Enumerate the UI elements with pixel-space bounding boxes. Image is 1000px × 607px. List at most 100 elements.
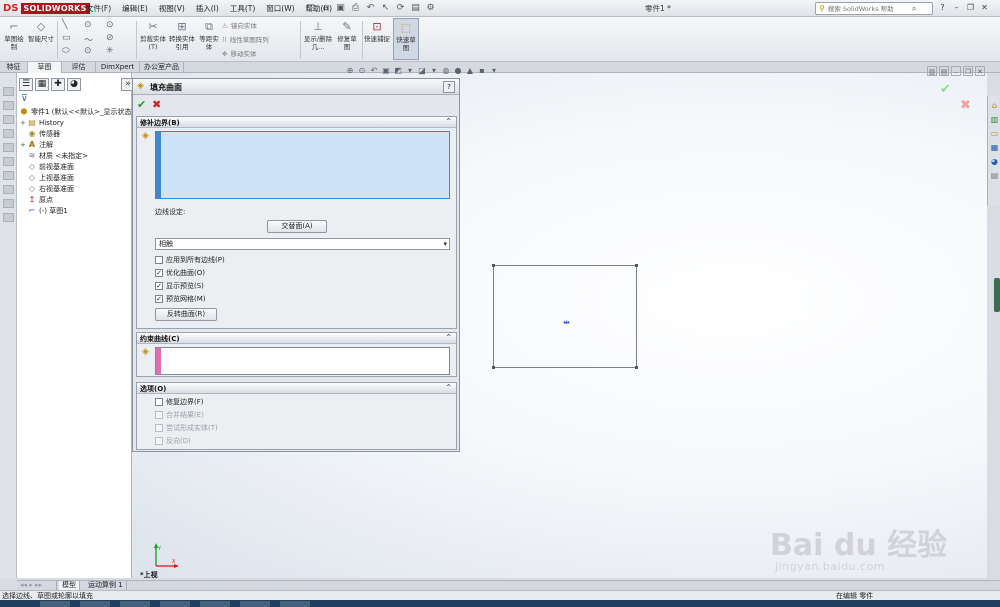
display-manager-tab-icon[interactable]: ◕ [67,78,81,91]
split-icon[interactable]: ▤ [939,66,949,76]
file-properties-icon[interactable]: ▤ [410,2,421,14]
display-style-icon[interactable]: ◪ [417,66,427,76]
dropdown-icon[interactable]: ▾ [489,66,499,76]
taskbar-app-icon[interactable] [160,601,190,607]
restore-icon[interactable]: ❐ [963,66,973,76]
zoom-area-icon[interactable]: ⊙ [357,66,367,76]
menu-window[interactable]: 窗口(W) [266,3,294,14]
tree-item-right-plane[interactable]: ◇ 右视基准面 [20,183,74,194]
tab-dimxpert[interactable]: DimXpert [96,62,140,73]
taskbar-app-icon[interactable] [240,601,270,607]
tab-sketch[interactable]: 草图 [28,62,62,73]
close-icon[interactable]: ✕ [979,2,990,14]
spline-icon[interactable]: 〜 [84,33,93,46]
previous-view-icon[interactable]: ↶ [369,66,379,76]
strip-tool-icon[interactable] [3,115,14,124]
property-manager-tab-icon[interactable]: ▦ [35,78,49,91]
repair-sketch-button[interactable]: ✎ 修复草图 [336,20,358,51]
search-icon[interactable]: ⌕ [912,4,916,14]
sketch-point[interactable] [492,366,495,369]
line-icon[interactable]: ╲ [62,20,67,30]
filter-icon[interactable]: ⊽ [21,94,28,104]
smart-dimension-button[interactable]: ◇ 智能尺寸 [28,20,54,43]
split-icon[interactable]: ▥ [927,66,937,76]
rectangle-icon[interactable]: ▭ [62,33,71,43]
tab-features[interactable]: 特征 [0,62,28,73]
design-library-icon[interactable]: ▥ [989,114,1000,125]
apply-all-edges-checkbox[interactable]: 应用到所有边线(P) [155,255,225,265]
help-button[interactable]: ? [443,81,455,93]
reverse-surface-button[interactable]: 反转曲面(R) [155,308,217,321]
rebuild-icon[interactable]: ⟳ [395,2,406,14]
collapse-icon[interactable]: ⌃ [445,117,452,126]
help-search[interactable]: ⚲ ⌕ [815,2,933,15]
taskbar-app-icon[interactable] [120,601,150,607]
tree-item-material[interactable]: ≋ 材质 <未指定> [20,150,88,161]
curvature-control-dropdown[interactable]: 相触 ▾ [155,238,450,250]
tree-item-sketch1[interactable]: ⌐ (-) 草图1 [20,205,68,216]
print-icon[interactable]: ⎙ [350,2,361,14]
ellipse-icon[interactable]: ⊘ [106,33,114,43]
taskbar-app-icon[interactable] [80,601,110,607]
tree-root-part[interactable]: ⬢ 零件1 (默认<<默认>_显示状态 [19,106,132,117]
taskbar-app-icon[interactable] [40,601,70,607]
open-file-icon[interactable]: ⌂ [320,2,331,14]
optimize-surface-checkbox[interactable]: ✓ 优化曲面(O) [155,268,205,278]
show-preview-checkbox[interactable]: ✓ 显示预览(S) [155,281,204,291]
tab-evaluate[interactable]: 评估 [62,62,96,73]
alternate-face-button[interactable]: 交替面(A) [267,220,327,233]
view-settings-icon[interactable]: ▪ [477,66,487,76]
group-patch-boundary-header[interactable]: 修补边界(B) ⌃ [137,117,456,128]
group-options-header[interactable]: 选项(O) ⌃ [137,383,456,394]
linear-pattern-button[interactable]: ⠿ 线性草图阵列 [222,34,269,44]
constraint-curves-selection-box[interactable] [155,347,450,375]
solidworks-resources-icon[interactable]: ⌂ [989,100,1000,111]
tree-item-top-plane[interactable]: ◇ 上视基准面 [20,172,74,183]
display-delete-relations-button[interactable]: ⊥ 显示/删除几... [303,20,333,51]
strip-tool-icon[interactable] [3,143,14,152]
tab-scroll-arrows[interactable]: ◂◂ ▸ ▸▸ [17,581,57,590]
sketch-point[interactable] [635,264,638,267]
minimize-icon[interactable]: – [951,2,962,14]
strip-tool-icon[interactable] [3,171,14,180]
trim-entities-button[interactable]: ✂ 剪裁实体(T) [140,20,166,51]
help-icon[interactable]: ? [937,2,948,14]
view-palette-icon[interactable]: ▦ [989,142,1000,153]
ok-check-icon[interactable]: ✔ [137,98,146,111]
strip-tool-icon[interactable] [3,129,14,138]
menu-view[interactable]: 视图(V) [159,3,185,14]
minimize-icon[interactable]: – [951,66,961,76]
convert-entities-button[interactable]: ⊞ 转换实体引用 [168,20,196,51]
view-orientation-icon[interactable]: ◩ [393,66,403,76]
circle-icon[interactable]: ⊙ [84,20,92,30]
dropdown-icon[interactable]: ▾ [429,66,439,76]
undo-icon[interactable]: ↶ [365,2,376,14]
taskbar-app-icon[interactable] [200,601,230,607]
group-constraint-curves-header[interactable]: 约束曲线(C) ⌃ [137,333,456,344]
tab-office-products[interactable]: 办公室产品 [140,62,184,73]
scene-icon[interactable]: ▲ [465,66,475,76]
section-view-icon[interactable]: ▣ [381,66,391,76]
appearance-icon[interactable]: ● [453,66,463,76]
tab-model[interactable]: 模型 [59,581,80,590]
restore-icon[interactable]: ❐ [965,2,976,14]
tab-motion-study-1[interactable]: 运动算例 1 [85,581,127,590]
taskbar-app-icon[interactable] [280,601,310,607]
close-icon[interactable]: ✕ [975,66,985,76]
rapid-sketch-button[interactable]: ⬚ 快速草图 [393,18,419,60]
collapse-icon[interactable]: ⌃ [445,383,452,392]
new-file-icon[interactable]: □ [305,2,316,14]
offset-entities-button[interactable]: ⧉ 等距实体 [198,20,220,51]
options-icon[interactable]: ⚙ [425,2,436,14]
mirror-entities-button[interactable]: ⚠ 镜向实体 [222,20,257,30]
strip-tool-icon[interactable] [3,213,14,222]
menu-insert[interactable]: 插入(I) [196,3,219,14]
polygon-icon[interactable]: ⊙ [84,46,92,56]
move-entities-button[interactable]: ✥ 移动实体 [222,48,256,58]
origin-icon[interactable]: ⇹ [563,318,570,327]
fix-boundary-checkbox[interactable]: 修复边界(F) [155,397,204,407]
tree-item-annotations[interactable]: + A 注解 [20,139,53,150]
strip-tool-icon[interactable] [3,101,14,110]
menu-file[interactable]: 文件(F) [86,3,111,14]
preview-mesh-checkbox[interactable]: ✓ 预览网格(M) [155,294,206,304]
